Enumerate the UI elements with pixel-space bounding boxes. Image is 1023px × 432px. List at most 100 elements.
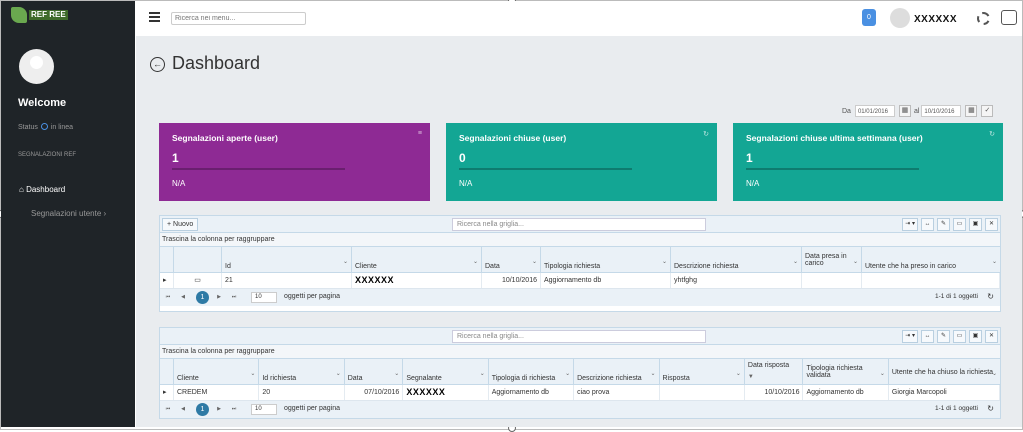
chevron-down-icon[interactable]: ⌄ (473, 258, 478, 265)
chevron-right-icon: › (101, 209, 107, 218)
chevron-down-icon[interactable]: ⌄ (565, 370, 570, 377)
header-label: Data (485, 263, 500, 270)
calendar-icon[interactable]: ▦ (965, 105, 978, 117)
column-header-validata[interactable]: Tipologia richiesta validata ⌄ (803, 359, 889, 384)
column-header-data-risposta[interactable]: Data risposta ▼ (745, 359, 804, 384)
column-header-cliente[interactable]: Cliente ⌄ (352, 247, 482, 272)
hamburger-menu-icon[interactable] (149, 12, 160, 22)
table-row[interactable]: ▸ CREDEM 20 07/10/2016 XXXXXX Aggiorname… (160, 385, 1001, 401)
next-page-icon[interactable]: ▶ (214, 404, 224, 414)
chevron-down-icon[interactable]: ⌄ (532, 258, 537, 265)
pager-info: 1-1 di 1 oggetti (934, 293, 978, 300)
column-header-id-richiesta[interactable]: Id richiesta ⌄ (259, 359, 345, 384)
sidebar-item-segnalazioni[interactable]: Segnalazioni utente › (31, 209, 106, 218)
expand-row-icon[interactable]: ▸ (160, 385, 174, 400)
refresh-icon[interactable]: ↻ (703, 130, 709, 138)
column-header-cliente[interactable]: Cliente ⌄ (174, 359, 260, 384)
chevron-down-icon[interactable]: ⌄ (853, 258, 858, 265)
refresh-icon[interactable]: ↻ (989, 130, 995, 138)
chevron-down-icon[interactable]: ⌄ (394, 370, 399, 377)
table-row[interactable]: ▸ ▭ 21 XXXXXX 10/10/2016 Aggiornamento d… (160, 273, 1000, 289)
folder-icon[interactable]: ▭ (953, 218, 966, 231)
card-open-reports[interactable]: Segnalazioni aperte (user) 1 N/A ≡ (159, 123, 430, 201)
pager: ⏮ ◀ 1 ▶ ⏭ 10 oggetti per pagina 1-1 di 1… (160, 401, 1000, 418)
export-dropdown-icon[interactable]: ⇥ ▾ (902, 218, 918, 231)
card-closed-last-week[interactable]: Segnalazioni chiuse ultima settimana (us… (733, 123, 1003, 201)
username[interactable]: XXXXXX (914, 14, 957, 25)
refresh-icon[interactable]: ↻ (987, 292, 994, 301)
new-button[interactable]: + Nuovo (162, 218, 199, 231)
column-header-utente-chiuso[interactable]: Utente che ha chiuso la richiesta ⌄ (889, 359, 1000, 384)
filter-icon[interactable]: ▼ (748, 374, 800, 380)
chat-icon[interactable] (1001, 10, 1017, 25)
logo[interactable]: REF REE (11, 6, 69, 24)
chevron-down-icon[interactable]: ⌄ (992, 370, 997, 377)
column-header-risposta[interactable]: Risposta ⌄ (660, 359, 745, 384)
current-page[interactable]: 1 (196, 291, 209, 304)
date-from-input[interactable]: 01/01/2016 (854, 105, 895, 117)
column-header-id[interactable]: Id ⌄ (222, 247, 352, 272)
sidebar-item-dashboard[interactable]: ⌂ Dashboard (19, 185, 65, 194)
chevron-down-icon[interactable]: ⌄ (480, 370, 485, 377)
user-avatar[interactable] (890, 8, 910, 28)
cell-tipologia: Aggiornamento db (541, 273, 671, 288)
save-icon[interactable]: ▣ (969, 330, 982, 343)
column-header-tipologia[interactable]: Tipologia di richiesta ⌄ (489, 359, 575, 384)
chevron-down-icon[interactable]: ⌄ (336, 370, 341, 377)
save-icon[interactable]: ▣ (969, 218, 982, 231)
eraser-icon[interactable]: ✎ (937, 218, 950, 231)
calendar-icon[interactable]: ▦ (898, 105, 911, 117)
last-page-icon[interactable]: ⏭ (229, 292, 239, 302)
export-dropdown-icon[interactable]: ⇥ ▾ (902, 330, 918, 343)
chevron-down-icon[interactable]: ⌄ (343, 258, 348, 265)
column-header-presa-in-carico[interactable]: Data presa in carico ⌄ (802, 247, 862, 272)
next-page-icon[interactable]: ▶ (214, 292, 224, 302)
card-closed-reports[interactable]: Segnalazioni chiuse (user) 0 N/A ↻ (446, 123, 717, 201)
chevron-down-icon[interactable]: ⌄ (650, 370, 655, 377)
date-from-label: Da (842, 107, 851, 115)
last-page-icon[interactable]: ⏭ (229, 404, 239, 414)
column-header-tipologia[interactable]: Tipologia richiesta ⌄ (541, 247, 671, 272)
page-size-select[interactable]: 10 (251, 404, 277, 415)
header-label: Utente che ha preso in carico (865, 263, 957, 270)
column-header-descrizione[interactable]: Descrizione richiesta ⌄ (574, 359, 660, 384)
cell-data: 07/10/2016 (345, 385, 404, 400)
status-line: Status in linea (18, 123, 73, 131)
eraser-icon[interactable]: ✎ (937, 330, 950, 343)
menu-icon[interactable]: ≡ (418, 130, 422, 137)
chevron-down-icon[interactable]: ⌄ (662, 258, 667, 265)
trash-icon[interactable]: ✕ (985, 218, 998, 231)
chevron-down-icon[interactable]: ⌄ (736, 370, 741, 377)
trash-icon[interactable]: ✕ (985, 330, 998, 343)
grid-search-input[interactable]: Ricerca nella griglia... (452, 218, 706, 231)
back-arrow-icon[interactable]: ← (150, 57, 165, 72)
chevron-down-icon[interactable]: ⌄ (992, 258, 997, 265)
columns-icon[interactable]: ↔ (921, 218, 934, 231)
columns-icon[interactable]: ↔ (921, 330, 934, 343)
grid-search-input[interactable]: Ricerca nella griglia... (452, 330, 706, 343)
monitor-icon[interactable]: ▭ (174, 273, 222, 288)
menu-search-input[interactable] (171, 12, 306, 25)
chevron-down-icon[interactable]: ⌄ (250, 370, 255, 377)
first-page-icon[interactable]: ⏮ (163, 292, 173, 302)
apply-check-button[interactable]: ✓ (981, 105, 994, 117)
notification-badge[interactable]: 0 (862, 9, 876, 26)
card-progress-bar (459, 168, 632, 170)
column-header-descrizione[interactable]: Descrizione richiesta ⌄ (671, 247, 802, 272)
prev-page-icon[interactable]: ◀ (178, 292, 188, 302)
current-page[interactable]: 1 (196, 403, 209, 416)
column-header-utente[interactable]: Utente che ha preso in carico ⌄ (862, 247, 1000, 272)
column-header-data[interactable]: Data ⌄ (482, 247, 541, 272)
first-page-icon[interactable]: ⏮ (163, 404, 173, 414)
page-size-select[interactable]: 10 (251, 292, 277, 303)
column-header-data[interactable]: Data ⌄ (345, 359, 404, 384)
prev-page-icon[interactable]: ◀ (178, 404, 188, 414)
column-header-segnalante[interactable]: Segnalante ⌄ (403, 359, 489, 384)
chevron-down-icon[interactable]: ⌄ (880, 370, 885, 377)
gear-icon[interactable] (977, 12, 990, 25)
chevron-down-icon[interactable]: ⌄ (793, 258, 798, 265)
refresh-icon[interactable]: ↻ (987, 404, 994, 413)
date-to-input[interactable]: 10/10/2016 (921, 105, 962, 117)
expand-row-icon[interactable]: ▸ (160, 273, 174, 288)
folder-icon[interactable]: ▭ (953, 330, 966, 343)
